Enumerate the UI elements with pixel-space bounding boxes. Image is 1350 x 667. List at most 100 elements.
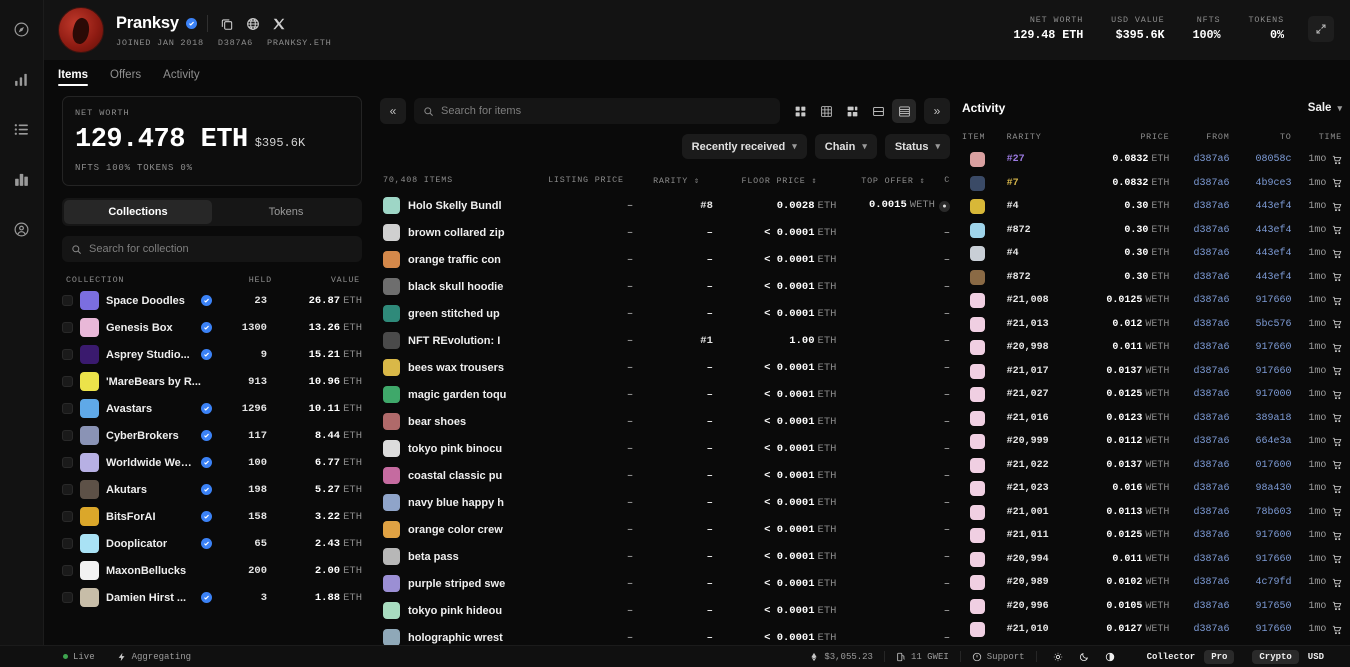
avatar[interactable] <box>58 7 104 53</box>
list-icon[interactable] <box>7 114 37 144</box>
table-row[interactable]: bear shoes – – < 0.0001 ETH – <box>380 408 950 435</box>
cart-icon[interactable] <box>1326 413 1342 423</box>
collection-checkbox[interactable] <box>62 565 73 576</box>
cart-icon[interactable] <box>1326 601 1342 611</box>
activity-row[interactable]: #21,013 0.012 WETH d387a6 5bc576 1mo <box>962 313 1342 337</box>
list-rows-icon[interactable] <box>892 99 916 123</box>
activity-to[interactable]: 664e3a <box>1229 436 1291 447</box>
collection-checkbox[interactable] <box>62 511 73 522</box>
activity-to[interactable]: 917660 <box>1229 342 1291 353</box>
activity-row[interactable]: #21,016 0.0123 WETH d387a6 389a18 1mo <box>962 407 1342 431</box>
collection-checkbox[interactable] <box>62 403 73 414</box>
activity-from[interactable]: d387a6 <box>1169 460 1229 471</box>
activity-from[interactable]: d387a6 <box>1169 366 1229 377</box>
mode-pro[interactable]: Pro <box>1204 649 1235 664</box>
activity-row[interactable]: #20,999 0.0112 WETH d387a6 664e3a 1mo <box>962 430 1342 454</box>
table-row[interactable]: tokyo pink hideou – – < 0.0001 ETH – <box>380 597 950 624</box>
table-row[interactable]: beta pass – – < 0.0001 ETH – <box>380 543 950 570</box>
table-row[interactable]: black skull hoodie – – < 0.0001 ETH – <box>380 273 950 300</box>
activity-from[interactable]: d387a6 <box>1169 624 1229 635</box>
collection-row[interactable]: Asprey Studio... 9 15.21 ETH <box>62 341 362 368</box>
activity-row[interactable]: #21,010 0.0127 WETH d387a6 917660 1mo <box>962 618 1342 642</box>
cart-icon[interactable] <box>1326 155 1342 165</box>
cart-icon[interactable] <box>1326 366 1342 376</box>
tab-items[interactable]: Items <box>58 60 89 90</box>
cart-icon[interactable] <box>1326 225 1342 235</box>
cart-icon[interactable] <box>1326 554 1342 564</box>
activity-row[interactable]: #20,996 0.0105 WETH d387a6 917650 1mo <box>962 595 1342 619</box>
analytics-icon[interactable] <box>7 64 37 94</box>
activity-from[interactable]: d387a6 <box>1169 507 1229 518</box>
table-row[interactable]: tokyo pink binocu – – < 0.0001 ETH – <box>380 435 950 462</box>
segment-tokens[interactable]: Tokens <box>212 200 360 224</box>
activity-from[interactable]: d387a6 <box>1169 601 1229 612</box>
table-row[interactable]: bees wax trousers – – < 0.0001 ETH – <box>380 354 950 381</box>
activity-to[interactable]: 5bc576 <box>1229 319 1291 330</box>
support-button[interactable]: Support <box>961 652 1036 662</box>
activity-row[interactable]: #7 0.0832 ETH d387a6 4b9ce3 1mo <box>962 172 1342 196</box>
activity-to[interactable]: 917660 <box>1229 624 1291 635</box>
activity-to[interactable]: 917660 <box>1229 366 1291 377</box>
collection-checkbox[interactable] <box>62 295 73 306</box>
collection-row[interactable]: Akutars 198 5.27 ETH <box>62 476 362 503</box>
collection-checkbox[interactable] <box>62 538 73 549</box>
activity-from[interactable]: d387a6 <box>1169 319 1229 330</box>
activity-row[interactable]: #872 0.30 ETH d387a6 443ef4 1mo <box>962 266 1342 290</box>
collection-row[interactable]: Genesis Box 1300 13.26 ETH <box>62 314 362 341</box>
col-top-offer[interactable]: TOP OFFER ⇕ <box>817 175 925 186</box>
activity-from[interactable]: d387a6 <box>1169 554 1229 565</box>
grid-large-icon[interactable] <box>788 99 812 123</box>
activity-to[interactable]: 917650 <box>1229 601 1291 612</box>
activity-from[interactable]: d387a6 <box>1169 154 1229 165</box>
wallet-address[interactable]: D387A6 <box>218 38 253 48</box>
activity-to[interactable]: 98a430 <box>1229 483 1291 494</box>
collection-row[interactable]: Avastars 1296 10.11 ETH <box>62 395 362 422</box>
cart-icon[interactable] <box>1326 319 1342 329</box>
cart-icon[interactable] <box>1326 460 1342 470</box>
expand-icon[interactable] <box>1308 16 1334 42</box>
sun-icon[interactable] <box>1046 650 1070 664</box>
cart-icon[interactable] <box>1326 507 1342 517</box>
activity-from[interactable]: d387a6 <box>1169 201 1229 212</box>
table-row[interactable]: brown collared zip – – < 0.0001 ETH – <box>380 219 950 246</box>
collection-row[interactable]: Worldwide Web... 100 6.77 ETH <box>62 449 362 476</box>
cart-icon[interactable] <box>1326 531 1342 541</box>
activity-from[interactable]: d387a6 <box>1169 248 1229 259</box>
col-rarity[interactable]: RARITY ⇕ <box>624 175 700 186</box>
activity-from[interactable]: d387a6 <box>1169 272 1229 283</box>
status-dropdown[interactable]: Status ▾ <box>884 134 950 159</box>
collection-checkbox[interactable] <box>62 349 73 360</box>
copy-icon[interactable] <box>218 14 237 33</box>
activity-to[interactable]: 917000 <box>1229 389 1291 400</box>
table-row[interactable]: magic garden toqu – – < 0.0001 ETH – <box>380 381 950 408</box>
activity-row[interactable]: #21,008 0.0125 WETH d387a6 917660 1mo <box>962 289 1342 313</box>
collapse-left-icon[interactable]: « <box>380 98 406 124</box>
activity-to[interactable]: 917660 <box>1229 295 1291 306</box>
tab-offers[interactable]: Offers <box>110 60 141 90</box>
cart-icon[interactable] <box>1326 578 1342 588</box>
table-row[interactable]: orange color crew – – < 0.0001 ETH – <box>380 516 950 543</box>
activity-to[interactable]: 443ef4 <box>1229 272 1291 283</box>
table-row[interactable]: purple striped swe – – < 0.0001 ETH – <box>380 570 950 597</box>
activity-list[interactable]: #27 0.0832 ETH d387a6 08058c 1mo #7 0.0832 ETH d3… <box>962 148 1342 667</box>
collection-row[interactable]: 'MareBears by R... 913 10.96 ETH <box>62 368 362 395</box>
globe-icon[interactable] <box>244 14 263 33</box>
grid-dense-icon[interactable] <box>814 99 838 123</box>
expand-right-icon[interactable]: » <box>924 98 950 124</box>
collection-checkbox[interactable] <box>62 430 73 441</box>
activity-to[interactable]: 389a18 <box>1229 413 1291 424</box>
leaderboard-icon[interactable] <box>7 164 37 194</box>
moon-icon[interactable] <box>1072 650 1096 664</box>
activity-from[interactable]: d387a6 <box>1169 295 1229 306</box>
cart-icon[interactable] <box>1326 178 1342 188</box>
cart-icon[interactable] <box>1326 202 1342 212</box>
activity-row[interactable]: #20,994 0.011 WETH d387a6 917660 1mo <box>962 548 1342 572</box>
cart-icon[interactable] <box>1326 390 1342 400</box>
activity-row[interactable]: #21,027 0.0125 WETH d387a6 917000 1mo <box>962 383 1342 407</box>
contrast-icon[interactable] <box>1098 650 1122 664</box>
activity-from[interactable]: d387a6 <box>1169 436 1229 447</box>
activity-row[interactable]: #21,001 0.0113 WETH d387a6 78b603 1mo <box>962 501 1342 525</box>
activity-row[interactable]: #4 0.30 ETH d387a6 443ef4 1mo <box>962 195 1342 219</box>
activity-from[interactable]: d387a6 <box>1169 530 1229 541</box>
table-row[interactable]: navy blue happy h – – < 0.0001 ETH – <box>380 489 950 516</box>
